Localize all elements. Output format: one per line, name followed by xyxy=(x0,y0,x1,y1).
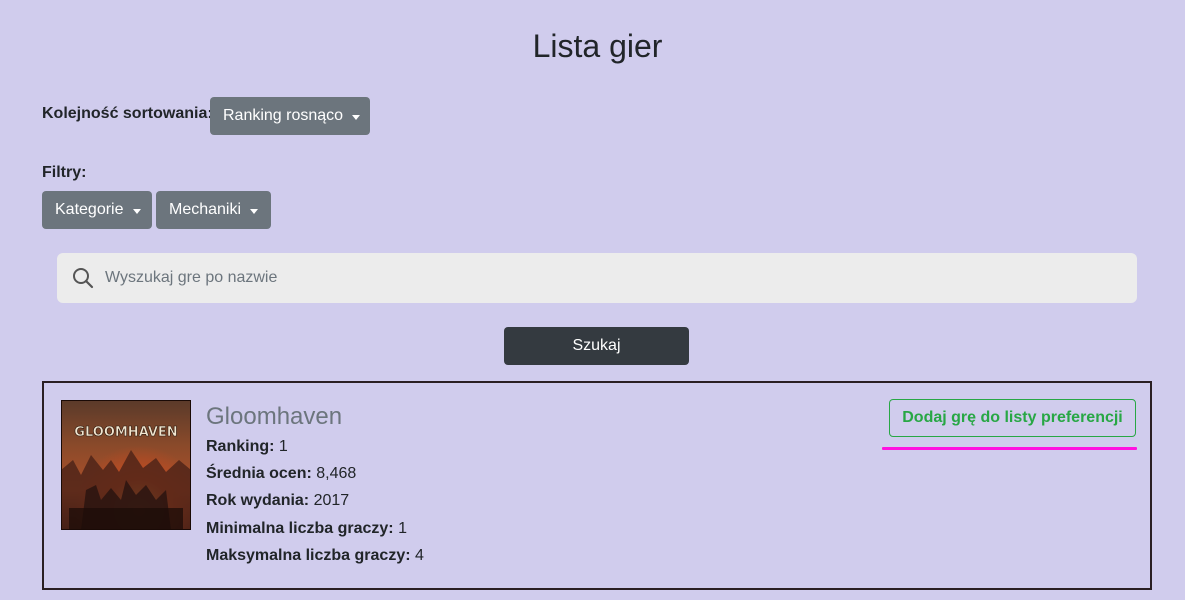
average-rating-label: Średnia ocen: xyxy=(206,465,312,482)
max-players-label: Maksymalna liczba graczy: xyxy=(206,547,411,564)
game-average-rating: Średnia ocen: 8,468 xyxy=(206,465,356,483)
sort-order-label: Kolejność sortowania: xyxy=(42,105,213,122)
mechanics-label: Mechaniki xyxy=(169,201,242,218)
ranking-value: 1 xyxy=(278,438,288,455)
highlight-underline xyxy=(882,447,1137,450)
add-to-preferences-button[interactable]: Dodaj grę do listy preferencji xyxy=(889,399,1136,437)
page: Lista gier Kolejność sortowania: Ranking… xyxy=(0,0,1185,600)
caret-down-icon xyxy=(132,208,141,214)
search-input[interactable] xyxy=(105,253,1125,303)
categories-label: Kategorie xyxy=(55,201,124,218)
game-min-players: Minimalna liczba graczy: 1 xyxy=(206,520,407,538)
game-ranking: Ranking: 1 xyxy=(206,438,288,456)
search-icon xyxy=(73,268,94,289)
page-title: Lista gier xyxy=(532,28,663,64)
game-release-year: Rok wydania: 2017 xyxy=(206,492,349,510)
caret-down-icon xyxy=(250,208,259,214)
release-year-value: 2017 xyxy=(313,492,350,509)
average-rating-value: 8,468 xyxy=(316,465,357,482)
mechanics-dropdown[interactable]: Mechaniki xyxy=(156,191,271,229)
caret-down-icon xyxy=(352,114,361,120)
sort-order-selected: Ranking rosnąco xyxy=(223,107,344,124)
game-card: GLOOMHAVEN Gloomhaven Ranking: 1 Średnia… xyxy=(42,381,1152,590)
game-title: Gloomhaven xyxy=(206,403,343,430)
ranking-label: Ranking: xyxy=(206,438,275,455)
categories-dropdown[interactable]: Kategorie xyxy=(42,191,152,229)
search-bar xyxy=(57,253,1137,303)
filters-label: Filtry: xyxy=(42,164,87,181)
max-players-value: 4 xyxy=(415,547,424,564)
search-button[interactable]: Szukaj xyxy=(504,327,689,365)
release-year-label: Rok wydania: xyxy=(206,492,310,509)
min-players-value: 1 xyxy=(398,520,407,537)
min-players-label: Minimalna liczba graczy: xyxy=(206,520,394,537)
sort-order-dropdown[interactable]: Ranking rosnąco xyxy=(210,97,370,135)
game-cover-title: GLOOMHAVEN xyxy=(74,425,177,440)
game-max-players: Maksymalna liczba graczy: 4 xyxy=(206,547,424,565)
game-cover-image[interactable]: GLOOMHAVEN xyxy=(61,400,191,530)
